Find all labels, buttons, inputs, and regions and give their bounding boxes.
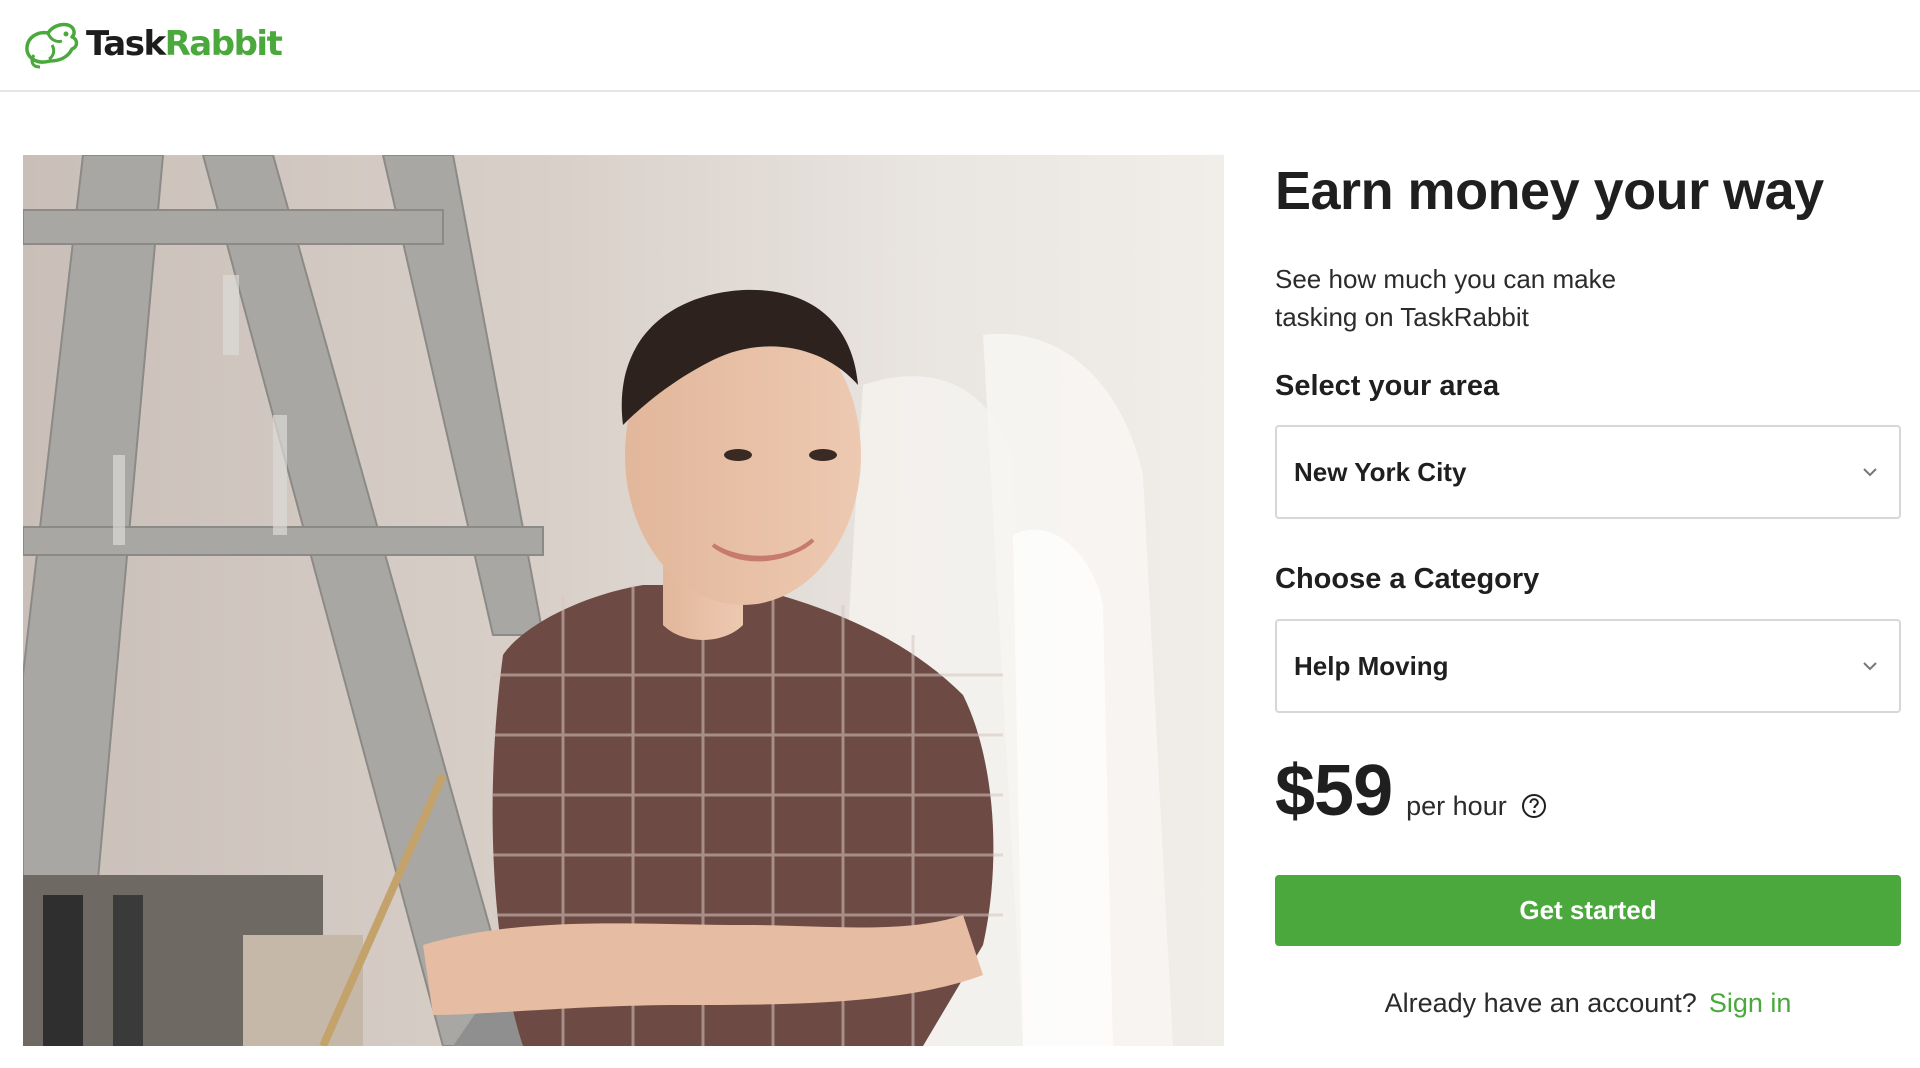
price-row: $59 per hour: [1275, 750, 1547, 840]
question-circle-icon[interactable]: [1521, 793, 1547, 819]
top-header: TaskRabbit: [0, 0, 1920, 92]
area-select-value: New York City: [1294, 456, 1467, 487]
sign-in-link[interactable]: Sign in: [1709, 988, 1792, 1018]
logo-text-task: Task: [86, 24, 166, 64]
account-prompt: Already have an account?: [1384, 988, 1697, 1018]
logo-wordmark: TaskRabbit: [86, 24, 283, 64]
logo-text-rabbit: Rabbit: [164, 24, 283, 64]
price-unit: per hour: [1406, 791, 1507, 821]
signin-row: Already have an account? Sign in: [1275, 988, 1901, 1019]
chevron-down-icon: [1863, 468, 1877, 477]
page-title: Earn money your way: [1275, 161, 1824, 221]
hero-photo: [23, 155, 1224, 1046]
taskrabbit-logo[interactable]: TaskRabbit: [22, 16, 283, 72]
page-subtitle: See how much you can make tasking on Tas…: [1275, 264, 1617, 332]
category-select-value: Help Moving: [1294, 650, 1449, 681]
photo-icon: [23, 155, 1224, 1046]
category-select[interactable]: Help Moving: [1275, 619, 1901, 713]
area-select[interactable]: New York City: [1275, 425, 1901, 519]
category-label: Choose a Category: [1275, 563, 1540, 595]
chevron-down-icon: [1863, 662, 1877, 671]
area-label: Select your area: [1275, 370, 1500, 402]
hourly-price: $59: [1275, 751, 1393, 831]
get-started-button[interactable]: Get started: [1275, 875, 1901, 946]
rabbit-logo-icon: [25, 22, 79, 69]
